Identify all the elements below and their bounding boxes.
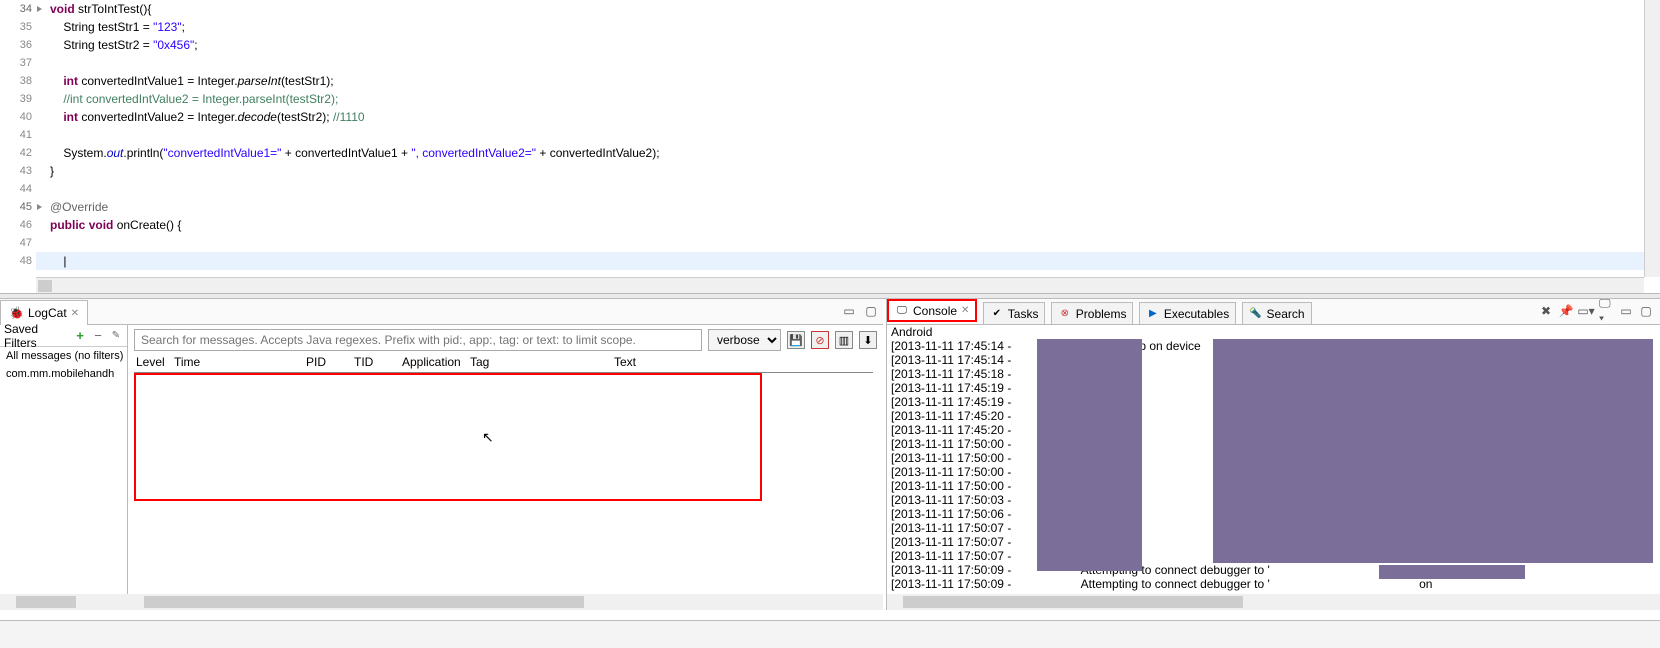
- console-title: Android: [891, 325, 1656, 339]
- logcat-toolbar: verbose 💾 ⊘ ▥ ⬇: [128, 325, 883, 355]
- log-table-headers: Level Time PID TID Application Tag Text: [134, 355, 873, 373]
- saved-filters-label: Saved Filters: [4, 322, 73, 350]
- executables-icon: ▶: [1146, 307, 1160, 321]
- tasks-icon: ✔: [990, 307, 1004, 321]
- code-content[interactable]: void strToIntTest(){ String testStr1 = "…: [36, 0, 1644, 277]
- line-number-gutter: 34 35 36 37 38 39 40 41 42 43 44 45 46 4…: [0, 0, 36, 277]
- redaction-block: [1037, 339, 1142, 571]
- console-line: [2013-11-11 17:50:09 - Attempting to con…: [891, 563, 1656, 577]
- executables-tab[interactable]: ▶Executables: [1139, 302, 1236, 324]
- minimize-icon[interactable]: ▭: [1618, 303, 1634, 319]
- console-tab[interactable]: 🖵 Console ✕: [887, 299, 977, 322]
- filter-item[interactable]: com.mm.mobilehandh: [0, 365, 127, 383]
- add-filter-button[interactable]: +: [73, 329, 87, 343]
- remove-filter-button[interactable]: −: [91, 329, 105, 343]
- cursor-icon: ↖: [482, 429, 494, 446]
- open-console-button[interactable]: 🖵▾: [1598, 303, 1614, 319]
- saved-filters-panel: Saved Filters + − ✎ All messages (no fil…: [0, 325, 128, 610]
- console-output[interactable]: Android [2013-11-11 17:45:14 - HOME is u…: [887, 325, 1660, 594]
- log-table[interactable]: Level Time PID TID Application Tag Text …: [134, 355, 873, 592]
- logcat-icon: 🐞: [9, 306, 24, 320]
- minimize-icon[interactable]: ▭: [841, 303, 857, 319]
- search-tab[interactable]: 🔦Search: [1242, 302, 1312, 324]
- logcat-horizontal-scrollbar[interactable]: [128, 594, 883, 610]
- close-icon[interactable]: ✕: [71, 308, 79, 319]
- console-view: 🖵 Console ✕ ✔Tasks ⊗Problems ▶Executable…: [886, 299, 1660, 610]
- filter-item[interactable]: All messages (no filters): [0, 347, 127, 365]
- redaction-block: [1213, 339, 1653, 563]
- search-input[interactable]: [134, 329, 702, 351]
- filters-horizontal-scrollbar[interactable]: [0, 594, 128, 610]
- annotation-highlight: [134, 373, 762, 501]
- maximize-icon[interactable]: ▢: [863, 303, 879, 319]
- pin-console-button[interactable]: 📌: [1558, 303, 1574, 319]
- console-horizontal-scrollbar[interactable]: [887, 594, 1660, 610]
- problems-icon: ⊗: [1058, 307, 1072, 321]
- edit-filter-button[interactable]: ✎: [109, 329, 123, 343]
- logcat-tab-label: LogCat: [28, 306, 67, 320]
- editor-horizontal-scrollbar[interactable]: [36, 277, 1644, 293]
- console-icon: 🖵: [895, 304, 909, 318]
- logcat-tab-bar: 🐞 LogCat ✕ ▭ ▢: [0, 299, 883, 325]
- display-toggle-button[interactable]: ▥: [835, 331, 853, 349]
- tasks-tab[interactable]: ✔Tasks: [983, 302, 1046, 324]
- scroll-lock-button[interactable]: ⬇: [859, 331, 877, 349]
- maximize-icon[interactable]: ▢: [1638, 303, 1654, 319]
- clear-log-button[interactable]: ⊘: [811, 331, 829, 349]
- clear-console-button[interactable]: ✖: [1538, 303, 1554, 319]
- log-level-select[interactable]: verbose: [708, 329, 781, 351]
- close-icon[interactable]: ✕: [961, 305, 969, 316]
- filter-list[interactable]: All messages (no filters) com.mm.mobileh…: [0, 347, 127, 383]
- status-bar: [0, 620, 1660, 648]
- code-editor[interactable]: 34 35 36 37 38 39 40 41 42 43 44 45 46 4…: [0, 0, 1660, 293]
- logcat-view: 🐞 LogCat ✕ ▭ ▢ Saved Filters + − ✎: [0, 299, 883, 610]
- editor-overview-ruler[interactable]: [1644, 0, 1660, 277]
- save-log-button[interactable]: 💾: [787, 331, 805, 349]
- search-icon: 🔦: [1249, 307, 1263, 321]
- problems-tab[interactable]: ⊗Problems: [1051, 302, 1134, 324]
- console-line: [2013-11-11 17:50:09 - Attempting to con…: [891, 577, 1656, 591]
- console-tab-bar: 🖵 Console ✕ ✔Tasks ⊗Problems ▶Executable…: [887, 299, 1660, 325]
- redaction-block: [1379, 565, 1525, 579]
- display-selected-button[interactable]: ▭▾: [1578, 303, 1594, 319]
